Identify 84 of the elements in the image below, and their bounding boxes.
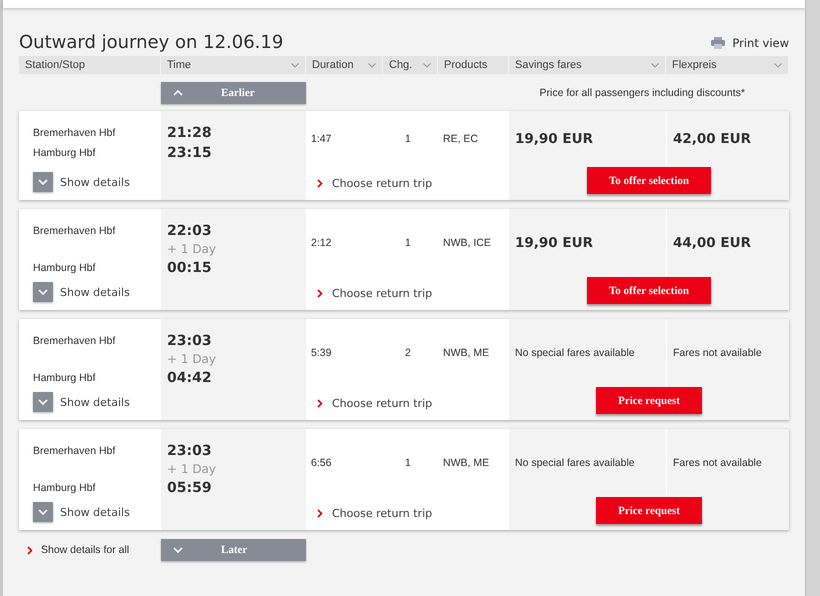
scrollbar[interactable] — [805, 0, 820, 596]
print-view-link[interactable]: Print view — [711, 36, 789, 50]
arrival-time: 23:15 — [167, 144, 213, 163]
offer-button[interactable]: Price request — [596, 497, 702, 524]
products: NWB, ME — [443, 346, 490, 358]
return-trip-link[interactable]: Choose return trip — [317, 176, 432, 190]
column-header[interactable]: Flexpreis — [666, 56, 788, 74]
expand-button[interactable] — [33, 172, 53, 192]
fare-price: 42,00 EUR — [673, 130, 751, 146]
station-name: Bremerhaven Hbf — [33, 335, 116, 349]
expand-button[interactable] — [33, 392, 53, 412]
chevron-down-icon — [38, 289, 48, 295]
fare-price: 19,90 EUR — [515, 130, 593, 146]
return-trip-link[interactable]: Choose return trip — [317, 286, 432, 300]
chevron-down-icon — [173, 547, 183, 553]
fare-note: Fares not available — [673, 456, 762, 468]
changes-count: 2 — [405, 346, 411, 358]
show-details-link[interactable]: Show details — [60, 286, 130, 298]
chevron-right-icon — [317, 288, 323, 298]
station-name: Hamburg Hbf — [33, 262, 96, 276]
show-details-link[interactable]: Show details — [60, 506, 130, 518]
column-header[interactable]: Duration — [306, 56, 382, 74]
column-header[interactable]: Savings fares — [509, 56, 665, 74]
departure-time: 21:28 — [167, 124, 213, 143]
chevron-down-icon — [423, 62, 431, 68]
next-day-label: + 1 Day — [167, 351, 218, 368]
column-header[interactable]: Chg. — [383, 56, 437, 74]
chevron-down-icon — [368, 62, 376, 68]
changes-count: 1 — [405, 456, 411, 468]
show-details-all-link[interactable]: Show details for all — [19, 544, 161, 556]
column-header[interactable]: Products — [438, 56, 508, 74]
return-trip-link[interactable]: Choose return trip — [317, 396, 432, 410]
offer-button[interactable]: Price request — [596, 387, 702, 414]
chevron-down-icon — [38, 399, 48, 405]
expand-button[interactable] — [33, 282, 53, 302]
station-name: Bremerhaven Hbf — [33, 127, 116, 141]
column-header[interactable]: Station/Stop — [19, 56, 160, 74]
arrival-time: 04:42 — [167, 369, 213, 388]
expand-button[interactable] — [33, 502, 53, 522]
fare-note: No special fares available — [515, 346, 635, 358]
next-day-label: + 1 Day — [167, 241, 218, 258]
arrival-time: 05:59 — [167, 479, 213, 498]
chevron-down-icon — [774, 62, 782, 68]
departure-time: 23:03 — [167, 332, 213, 351]
show-details-link[interactable]: Show details — [60, 176, 130, 188]
duration: 1:47 — [311, 132, 332, 144]
chevron-down-icon — [38, 179, 48, 185]
return-trip-link[interactable]: Choose return trip — [317, 506, 432, 520]
duration: 6:56 — [311, 456, 332, 468]
printer-icon — [711, 37, 726, 49]
products: RE, EC — [443, 132, 478, 144]
offer-button[interactable]: To offer selection — [586, 277, 712, 304]
chevron-right-icon — [317, 508, 323, 518]
page-title: Outward journey on 12.06.19 — [19, 32, 284, 53]
chevron-right-icon — [317, 398, 323, 408]
show-details-link[interactable]: Show details — [60, 396, 130, 408]
products: NWB, ME — [443, 456, 490, 468]
chevron-right-icon — [27, 546, 33, 554]
offer-button[interactable]: To offer selection — [586, 167, 712, 194]
chevron-down-icon — [291, 62, 299, 68]
changes-count: 1 — [405, 236, 411, 248]
departure-time: 23:03 — [167, 442, 213, 461]
products: NWB, ICE — [443, 236, 491, 248]
station-name: Hamburg Hbf — [33, 482, 96, 496]
column-header[interactable]: Time — [161, 56, 305, 74]
station-name: Bremerhaven Hbf — [33, 225, 116, 239]
station-name: Bremerhaven Hbf — [33, 445, 116, 459]
chevron-right-icon — [317, 178, 323, 188]
station-name: Hamburg Hbf — [33, 147, 96, 161]
chevron-up-icon — [173, 90, 183, 96]
duration: 5:39 — [311, 346, 332, 358]
station-name: Hamburg Hbf — [33, 372, 96, 386]
duration: 2:12 — [311, 236, 332, 248]
chevron-down-icon — [651, 62, 659, 68]
next-day-label: + 1 Day — [167, 461, 218, 478]
arrival-time: 00:15 — [167, 259, 213, 278]
fare-note: Fares not available — [673, 346, 762, 358]
departure-time: 22:03 — [167, 222, 213, 241]
changes-count: 1 — [405, 132, 411, 144]
fare-price: 44,00 EUR — [673, 234, 751, 250]
chevron-down-icon — [38, 509, 48, 515]
price-note: Price for all passengers including discounts* — [538, 86, 746, 98]
fare-price: 19,90 EUR — [515, 234, 593, 250]
fare-note: No special fares available — [515, 456, 635, 468]
